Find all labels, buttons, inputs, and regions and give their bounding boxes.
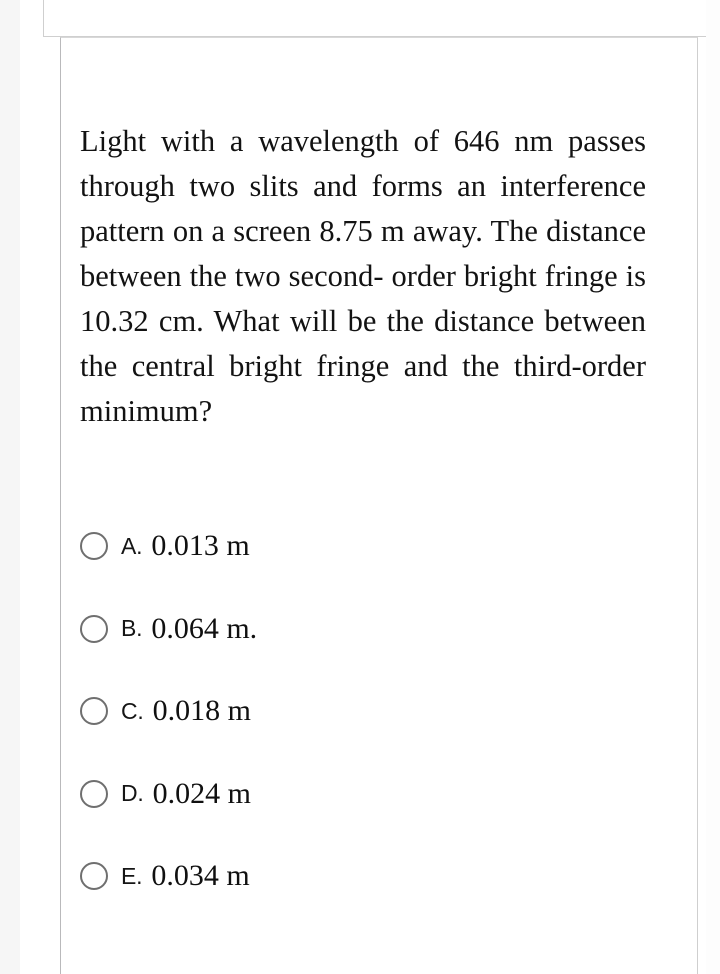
option-value-b: 0.064 m.	[151, 611, 258, 645]
option-value-e: 0.034 m	[151, 859, 250, 893]
radio-button-c[interactable]	[80, 697, 108, 726]
option-letter-d: D.	[121, 780, 144, 807]
radio-button-e[interactable]	[80, 862, 108, 891]
answer-option-a[interactable]: A. 0.013 m	[80, 505, 646, 588]
header-panel	[43, 0, 713, 37]
vertical-scrollbar-track[interactable]	[706, 0, 720, 974]
radio-button-a[interactable]	[80, 532, 108, 561]
answer-option-c[interactable]: C. 0.018 m	[80, 670, 646, 753]
radio-button-d[interactable]	[80, 779, 108, 808]
option-letter-a: A.	[121, 532, 143, 559]
radio-button-b[interactable]	[80, 614, 108, 643]
question-text: Light with a wavelength of 646 nm passes…	[80, 124, 646, 428]
answer-option-d[interactable]: D. 0.024 m	[80, 753, 646, 836]
option-letter-c: C.	[121, 697, 144, 724]
answer-option-b[interactable]: B. 0.064 m.	[80, 588, 646, 671]
question-text-block: Light with a wavelength of 646 nm passes…	[80, 119, 646, 434]
option-letter-e: E.	[121, 862, 143, 889]
page-gutter-strip	[0, 0, 20, 974]
option-value-c: 0.018 m	[152, 694, 251, 728]
option-value-a: 0.013 m	[151, 529, 250, 563]
option-letter-b: B.	[121, 615, 143, 642]
answer-option-e[interactable]: E. 0.034 m	[80, 835, 646, 918]
option-value-d: 0.024 m	[152, 776, 251, 810]
answer-options-list: A. 0.013 m B. 0.064 m. C. 0.018 m D. 0.0…	[80, 505, 646, 918]
